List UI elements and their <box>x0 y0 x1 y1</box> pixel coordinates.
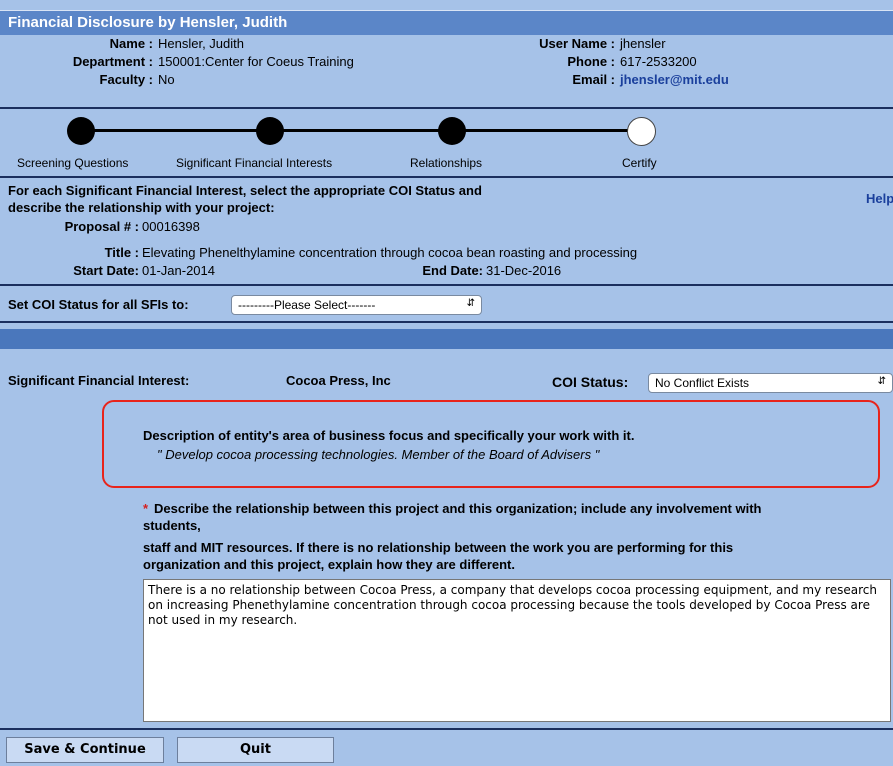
proposal-number-label: Proposal # : <box>64 219 139 234</box>
phone-value: 617-2533200 <box>620 54 697 69</box>
step-label-relationships[interactable]: Relationships <box>410 156 482 170</box>
username-value: jhensler <box>620 36 666 51</box>
select-arrows-icon: ⇵ <box>877 376 886 387</box>
highlight-box <box>102 400 880 488</box>
name-value: Hensler, Judith <box>158 36 244 51</box>
department-value: 150001:Center for Coeus Training <box>158 54 354 69</box>
section-bar <box>0 329 893 349</box>
step-label-certify[interactable]: Certify <box>622 156 657 170</box>
sfi-entity: Cocoa Press, Inc <box>286 373 391 388</box>
sfi-label: Significant Financial Interest: <box>8 373 190 388</box>
progress-line <box>82 129 642 132</box>
person-info: Name : Hensler, Judith Department : 1500… <box>0 35 893 105</box>
department-label: Department : <box>72 54 153 69</box>
step-label-screening[interactable]: Screening Questions <box>17 156 128 170</box>
page-title: Financial Disclosure by Hensler, Judith <box>8 14 288 31</box>
question-line-4: organization and this project, explain h… <box>143 557 515 572</box>
required-asterisk: * <box>143 501 149 516</box>
set-all-selected-value: ---------Please Select------- <box>238 298 376 312</box>
proposal-title-label: Title : <box>104 245 139 260</box>
faculty-label: Faculty : <box>99 72 153 87</box>
question-line-2: students, <box>143 518 201 533</box>
question-line-3: staff and MIT resources. If there is no … <box>143 540 734 555</box>
username-label: User Name : <box>539 36 615 51</box>
entity-description-heading: Description of entity's area of business… <box>143 428 635 443</box>
end-date: 31-Dec-2016 <box>486 263 562 278</box>
coi-status-label: COI Status: <box>552 374 629 390</box>
phone-label: Phone : <box>567 54 615 69</box>
title-bar: Financial Disclosure by Hensler, Judith <box>0 10 893 35</box>
instruction-line-1: For each Significant Financial Interest,… <box>8 183 482 198</box>
entity-description-text: " Develop cocoa processing technologies.… <box>157 447 600 462</box>
start-date: 01-Jan-2014 <box>142 263 215 278</box>
help-link[interactable]: Help <box>866 191 893 206</box>
divider <box>0 176 893 178</box>
step-dot-relationships <box>438 117 466 145</box>
start-date-label: Start Date: <box>73 263 139 278</box>
email-label: Email : <box>572 72 615 87</box>
relationship-description-textarea[interactable] <box>143 579 891 722</box>
email-link[interactable]: jhensler@mit.edu <box>620 72 729 87</box>
step-label-sfi[interactable]: Significant Financial Interests <box>176 156 332 170</box>
name-label: Name : <box>109 36 153 51</box>
coi-status-selected-value: No Conflict Exists <box>655 376 750 390</box>
proposal-title: Elevating Phenelthylamine concentration … <box>142 245 638 260</box>
step-dot-screening <box>67 117 95 145</box>
divider <box>0 284 893 286</box>
save-continue-button[interactable]: Save & Continue <box>6 737 164 763</box>
set-all-label: Set COI Status for all SFIs to: <box>8 297 189 312</box>
disclosure-page: Financial Disclosure by Hensler, Judith … <box>0 0 893 766</box>
proposal-number: 00016398 <box>142 219 200 234</box>
coi-status-select[interactable]: No Conflict Exists ⇵ <box>648 373 893 393</box>
end-date-label: End Date: <box>422 263 483 278</box>
quit-button[interactable]: Quit <box>177 737 334 763</box>
divider <box>0 728 893 730</box>
set-all-select[interactable]: ---------Please Select------- ⇵ <box>231 295 482 315</box>
select-arrows-icon: ⇵ <box>466 298 475 309</box>
step-dot-sfi <box>256 117 284 145</box>
step-dot-certify <box>627 117 656 146</box>
instruction-line-2: describe the relationship with your proj… <box>8 200 275 215</box>
divider <box>0 107 893 109</box>
faculty-value: No <box>158 72 175 87</box>
divider <box>0 321 893 323</box>
question-line-1: Describe the relationship between this p… <box>154 501 762 516</box>
